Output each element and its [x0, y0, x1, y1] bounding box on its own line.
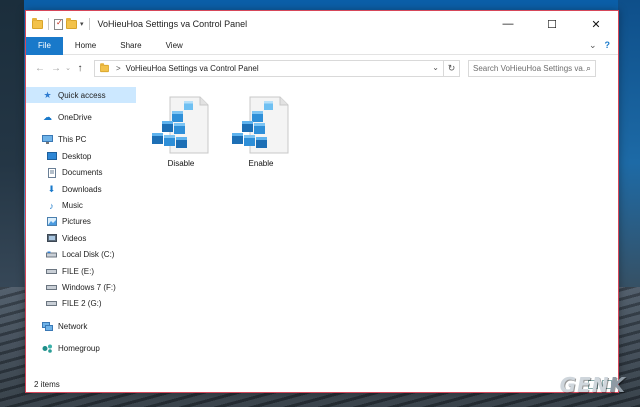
new-folder-icon[interactable]: [66, 17, 77, 29]
sidebar-item-label: OneDrive: [58, 113, 92, 123]
address-bar[interactable]: > VoHieuHoa Settings va Control Panel ⌄: [94, 59, 444, 77]
sidebar-item-label: Desktop: [62, 151, 92, 161]
sidebar-item-label: Music: [62, 201, 83, 211]
homegroup-icon: [42, 344, 53, 354]
breadcrumb-separator: >: [116, 63, 121, 73]
sidebar-item-label: FILE (E:): [62, 266, 95, 276]
navigation-pane: ★ Quick access ☁ OneDrive This PC Deskto…: [26, 87, 136, 372]
recent-locations-icon[interactable]: ⌄: [64, 64, 72, 72]
breadcrumb[interactable]: VoHieuHoa Settings va Control Panel: [126, 64, 259, 73]
address-dropdown-icon[interactable]: ⌄: [432, 63, 439, 72]
tab-view[interactable]: View: [154, 37, 195, 55]
sidebar-item-pictures[interactable]: Pictures: [26, 214, 136, 230]
up-button[interactable]: ↑: [72, 63, 88, 74]
document-icon: [46, 167, 57, 178]
help-icon[interactable]: ?: [605, 40, 611, 51]
tab-share[interactable]: Share: [108, 37, 153, 55]
registry-file-icon: [230, 95, 292, 157]
sidebar-item-homegroup[interactable]: Homegroup: [26, 340, 136, 356]
back-button[interactable]: ←: [32, 63, 48, 74]
file-list: Disable Enable: [138, 87, 608, 372]
folder-icon: [100, 62, 109, 72]
sidebar-item-label: Pictures: [62, 217, 91, 227]
sidebar-item-label: Homegroup: [58, 344, 100, 354]
sidebar-item-label: This PC: [58, 135, 87, 145]
download-icon: ⬇: [47, 183, 56, 194]
maximize-button[interactable]: ☐: [530, 11, 574, 37]
drive-icon: [46, 282, 57, 292]
sidebar-item-this-pc[interactable]: This PC: [26, 132, 136, 148]
watermark-text: GEN: [559, 373, 610, 397]
sidebar-item-label: Videos: [62, 233, 87, 243]
star-icon: ★: [43, 89, 52, 100]
item-count: 2 items: [34, 379, 60, 389]
sidebar-item-network[interactable]: Network: [26, 318, 136, 334]
drive-icon: [46, 266, 57, 276]
customize-toolbar-icon[interactable]: ▾: [80, 20, 84, 28]
sidebar-item-music[interactable]: ♪ Music: [26, 197, 136, 213]
forward-button[interactable]: →: [48, 63, 64, 74]
sidebar-item-label: Quick access: [58, 90, 106, 100]
window-title: VoHieuHoa Settings va Control Panel: [97, 19, 248, 29]
pictures-icon: [46, 217, 57, 227]
watermark-accent: K: [609, 373, 626, 397]
drive-icon: [46, 250, 57, 260]
navigation-bar: ← → ⌄ ↑ > VoHieuHoa Settings va Control …: [26, 57, 618, 79]
sidebar-item-windows-7-f[interactable]: Windows 7 (F:): [26, 279, 136, 295]
expand-ribbon-icon[interactable]: ⌄: [589, 40, 597, 51]
quick-access-toolbar: ▾: [26, 17, 92, 30]
sidebar-item-onedrive[interactable]: ☁ OneDrive: [26, 109, 136, 125]
explorer-window: ▾ VoHieuHoa Settings va Control Panel — …: [25, 10, 619, 393]
network-icon: [42, 321, 53, 331]
search-input[interactable]: [473, 63, 585, 73]
desktop-icon: [46, 151, 57, 161]
close-button[interactable]: ✕: [574, 11, 618, 37]
status-bar: 2 items: [26, 376, 618, 392]
folder-icon[interactable]: [32, 17, 43, 29]
watermark-logo: GENK: [560, 373, 626, 397]
file-name: Enable: [248, 159, 274, 168]
cloud-icon: ☁: [43, 112, 52, 123]
properties-icon[interactable]: [54, 18, 63, 30]
video-icon: [46, 233, 57, 243]
title-bar: ▾ VoHieuHoa Settings va Control Panel — …: [26, 11, 618, 37]
toolbar-divider: [48, 18, 49, 30]
sidebar-item-label: Local Disk (C:): [62, 250, 115, 260]
sidebar-item-downloads[interactable]: ⬇ Downloads: [26, 181, 136, 197]
drive-icon: [46, 299, 57, 309]
minimize-button[interactable]: —: [486, 11, 530, 37]
sidebar-item-label: Windows 7 (F:): [62, 282, 116, 292]
sidebar-item-file-e[interactable]: FILE (E:): [26, 263, 136, 279]
file-item-enable[interactable]: Enable: [222, 95, 300, 175]
tab-file[interactable]: File: [26, 36, 63, 55]
file-name: Disable: [167, 159, 195, 168]
toolbar-divider: [88, 18, 90, 30]
search-icon[interactable]: ⌕: [586, 63, 591, 74]
sidebar-item-desktop[interactable]: Desktop: [26, 148, 136, 164]
ribbon-right-controls: ⌄ ?: [589, 40, 618, 51]
search-box[interactable]: ⌕: [468, 59, 596, 77]
sidebar-item-label: Network: [58, 321, 88, 331]
sidebar-item-quick-access[interactable]: ★ Quick access: [26, 87, 136, 104]
music-icon: ♪: [49, 200, 54, 211]
sidebar-item-label: Downloads: [62, 184, 102, 194]
file-item-disable[interactable]: Disable: [142, 95, 220, 175]
sidebar-item-file-2-g[interactable]: FILE 2 (G:): [26, 296, 136, 312]
ribbon-tabs: File Home Share View ⌄ ?: [26, 36, 618, 55]
registry-file-icon: [150, 95, 212, 157]
sidebar-item-documents[interactable]: Documents: [26, 165, 136, 181]
sidebar-item-videos[interactable]: Videos: [26, 230, 136, 246]
sidebar-item-label: Documents: [62, 168, 103, 178]
window-controls: — ☐ ✕: [486, 11, 618, 37]
sidebar-item-local-disk-c[interactable]: Local Disk (C:): [26, 247, 136, 263]
monitor-icon: [42, 135, 53, 145]
refresh-button[interactable]: ↻: [444, 59, 460, 77]
tab-home[interactable]: Home: [63, 37, 108, 55]
sidebar-item-label: FILE 2 (G:): [62, 299, 102, 309]
